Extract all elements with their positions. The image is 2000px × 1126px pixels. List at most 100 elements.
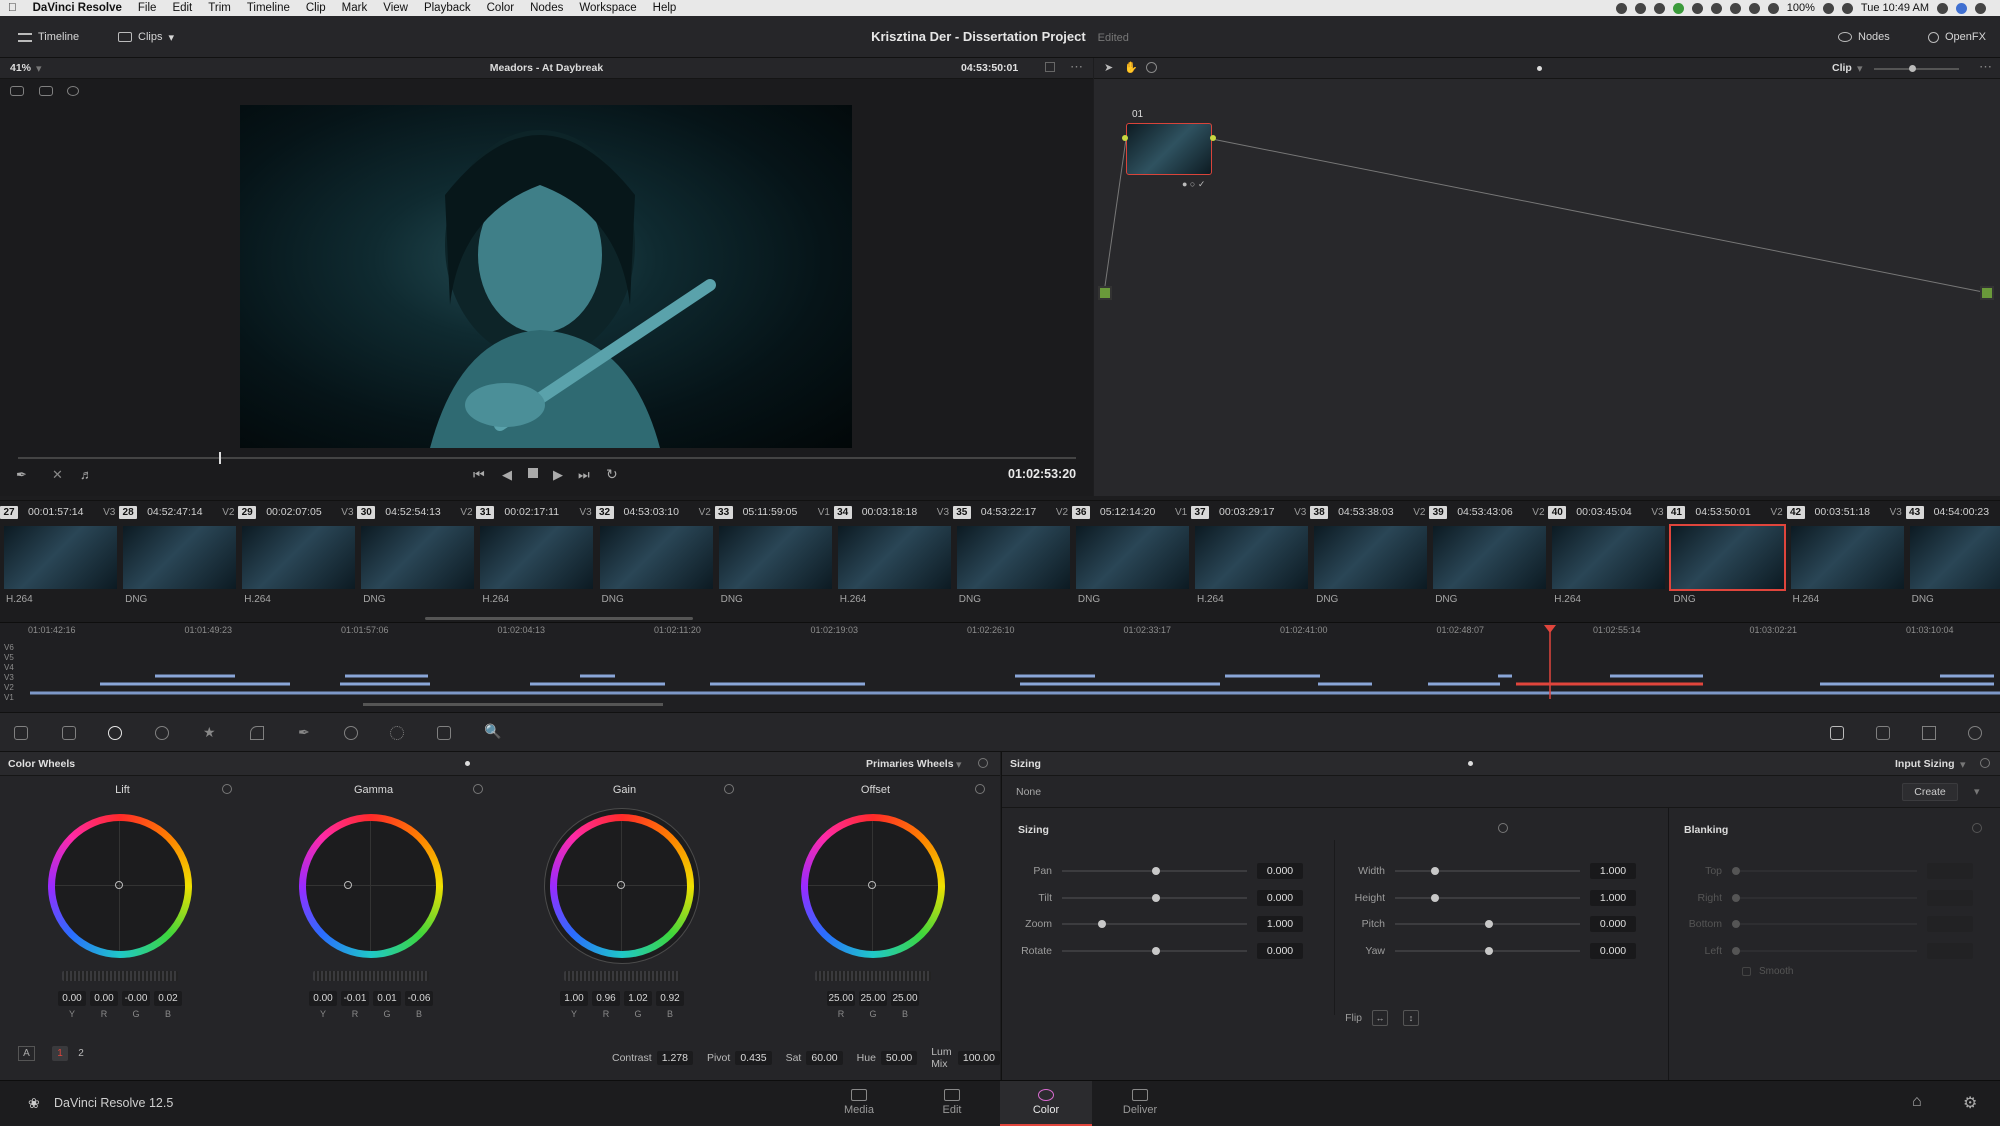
blanking-slider[interactable] (1732, 946, 1917, 955)
viewer-scrub-bar[interactable] (18, 457, 1076, 459)
menu-edit[interactable]: Edit (164, 2, 200, 14)
volume-icon[interactable] (1767, 2, 1779, 14)
timeline-clips[interactable] (0, 623, 2000, 713)
clip-39[interactable]: 39 04:53:43:06 V2 DNG (1429, 501, 1548, 623)
stop-icon[interactable] (528, 468, 538, 478)
wheel-center-handle[interactable] (617, 881, 625, 889)
flip-vertical-button[interactable]: ↕ (1403, 1010, 1419, 1026)
flag-icon[interactable] (1841, 2, 1853, 14)
node-01[interactable] (1126, 123, 1212, 175)
clip-thumbnail[interactable] (361, 526, 475, 589)
node-options-icon[interactable]: ⋯ (1979, 59, 1992, 75)
clip-40[interactable]: 40 00:03:45:04 V3 H.264 (1548, 501, 1667, 623)
scopes-icon[interactable] (1922, 726, 1936, 740)
qualifier-icon[interactable]: ✒ (298, 724, 310, 741)
master-wheel-jog[interactable] (62, 971, 178, 981)
clip-thumbnail[interactable] (1314, 526, 1428, 589)
wheel-value[interactable]: -0.06 (405, 991, 433, 1006)
clip-thumbnail[interactable] (1790, 526, 1904, 589)
master-wheel-jog[interactable] (313, 971, 429, 981)
sizing-value[interactable]: 1.000 (1590, 863, 1636, 879)
pivot-value[interactable]: 0.435 (735, 1051, 772, 1065)
auto-balance-button[interactable]: A (18, 1046, 35, 1061)
wheel-center-handle[interactable] (868, 881, 876, 889)
info-icon[interactable] (1968, 726, 1982, 740)
node-zoom-slider[interactable] (1874, 68, 1959, 70)
clip-30[interactable]: 30 04:52:54:13 V2 DNG (357, 501, 476, 623)
apple-icon[interactable]:  (0, 2, 25, 14)
drive-icon[interactable] (1653, 2, 1665, 14)
node-zoom-knob[interactable] (1909, 65, 1916, 72)
menu-file[interactable]: File (130, 2, 165, 14)
3d-icon[interactable] (1876, 726, 1890, 740)
page-dot-active[interactable] (1537, 66, 1542, 71)
motion-effects-icon[interactable]: ★ (203, 724, 216, 741)
sizing-preset-select[interactable]: None (1016, 786, 1041, 798)
sat-value[interactable]: 60.00 (806, 1051, 843, 1065)
menu-timeline[interactable]: Timeline (239, 2, 298, 14)
openfx-toggle-button[interactable]: OpenFX (1928, 16, 1986, 58)
wheel-reset-icon[interactable] (724, 784, 734, 794)
menu-playback[interactable]: Playback (416, 2, 479, 14)
reset-icon[interactable] (1980, 758, 1990, 768)
sizing-value[interactable]: 0.000 (1257, 889, 1303, 906)
menu-color[interactable]: Color (479, 2, 522, 14)
pointer-icon[interactable]: ➤ (1104, 61, 1113, 74)
wheel-value[interactable]: 0.00 (309, 991, 337, 1006)
battery-percent[interactable]: 100% (1787, 2, 1815, 14)
clip-29[interactable]: 29 00:02:07:05 V3 H.264 (238, 501, 357, 623)
time-machine-icon[interactable] (1691, 2, 1703, 14)
node-output-port[interactable] (1210, 135, 1216, 141)
blanking-slider[interactable] (1732, 893, 1917, 902)
viewer-image[interactable] (240, 105, 852, 448)
battery-icon[interactable] (1822, 2, 1834, 14)
clip-thumbnail[interactable] (480, 526, 594, 589)
dropbox-icon[interactable] (1634, 2, 1646, 14)
clip-thumbnail[interactable] (1075, 526, 1189, 589)
wheel-reset-icon[interactable] (473, 784, 483, 794)
slider-knob[interactable] (1431, 893, 1439, 902)
clip-thumbnail[interactable] (718, 526, 832, 589)
blanking-reset-icon[interactable] (1972, 823, 1982, 833)
close-icon[interactable]: ✕ (52, 467, 63, 483)
clip-27[interactable]: 27 00:01:57:14 V3 H.264 (0, 501, 119, 623)
sizing-slider[interactable] (1062, 893, 1247, 902)
home-icon[interactable]: ⌂ (1912, 1093, 1922, 1111)
slider-knob[interactable] (1732, 893, 1740, 902)
clip-36[interactable]: 36 05:12:14:20 V1 DNG (1071, 501, 1191, 623)
wheel-reset-icon[interactable] (222, 784, 232, 794)
spotlight-icon[interactable] (1937, 2, 1948, 14)
menu-mark[interactable]: Mark (334, 2, 376, 14)
viewer-options-icon[interactable]: ⋯ (1070, 59, 1083, 75)
sizing-value[interactable]: 0.000 (1590, 942, 1636, 959)
wheel-center-handle[interactable] (344, 881, 352, 889)
rgb-mixer-icon[interactable] (155, 726, 169, 740)
skip-start-icon[interactable]: ⏮ (473, 467, 485, 483)
clip-thumbnail[interactable] (1669, 524, 1787, 591)
tab-color[interactable]: Color (1000, 1081, 1092, 1126)
wheels-mode-select[interactable]: Primaries Wheels (866, 758, 954, 770)
color-wheels-icon[interactable] (108, 726, 122, 740)
color-wheel[interactable] (48, 814, 192, 958)
menu-workspace[interactable]: Workspace (571, 2, 644, 14)
slider-knob[interactable] (1732, 867, 1740, 875)
clip-34[interactable]: 34 00:03:18:18 V3 H.264 (833, 501, 953, 623)
slider-knob[interactable] (1098, 920, 1106, 928)
power-window-icon[interactable] (344, 726, 358, 740)
sizing-value[interactable]: 0.000 (1257, 863, 1303, 879)
slider-knob[interactable] (1431, 867, 1439, 875)
viewer-timecode[interactable]: 04:53:50:01 (961, 62, 1018, 74)
page-dot-active[interactable] (1468, 761, 1473, 766)
color-wheel[interactable] (801, 814, 945, 958)
menu-trim[interactable]: Trim (200, 2, 239, 14)
blanking-value[interactable] (1927, 889, 1973, 906)
blanking-value[interactable] (1927, 863, 1973, 879)
clip-thumbnail[interactable] (4, 526, 117, 589)
thumbnail-scrollbar[interactable] (425, 617, 693, 620)
wheel-value[interactable]: 0.02 (154, 991, 182, 1006)
reset-icon[interactable] (978, 758, 988, 768)
split-screen-icon[interactable] (10, 86, 24, 96)
tab-edit[interactable]: Edit (906, 1081, 998, 1126)
clip-37[interactable]: 37 00:03:29:17 V3 H.264 (1191, 501, 1310, 623)
wheel-value[interactable]: 0.00 (58, 991, 86, 1006)
